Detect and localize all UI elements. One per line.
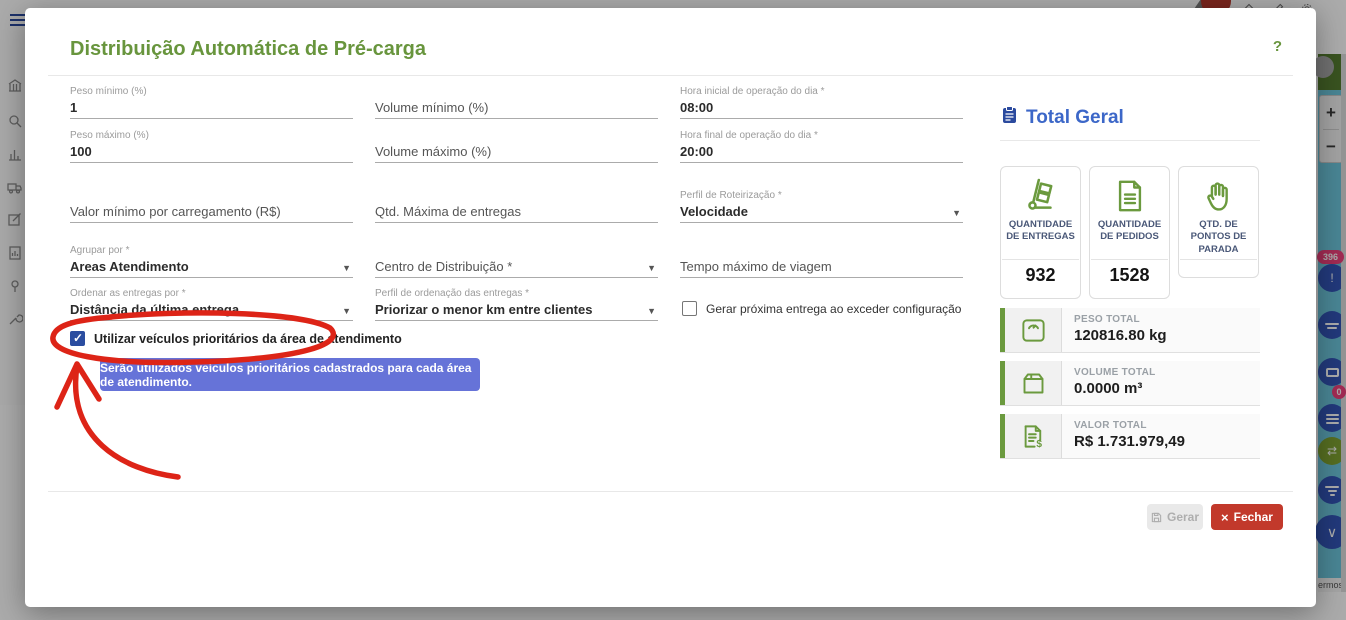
qtd-maxima-field[interactable]: Qtd. Máxima de entregas [375,190,658,223]
gerar-proxima-checkbox[interactable]: Gerar próxima entrega ao exceder configu… [682,301,961,316]
hand-icon [1179,167,1258,217]
veiculos-prioritarios-checkbox[interactable]: Utilizar veículos prioritários da área d… [70,331,402,346]
invoice-icon: $ [1005,414,1062,458]
chevron-down-icon: ▼ [647,263,656,273]
hand-truck-icon [1001,167,1080,217]
chevron-down-icon: ▼ [647,306,656,316]
panel-divider [1000,140,1260,141]
screen: + − 396 ! 0 ⇄ ∨ ermos Distribuição Autom… [0,0,1346,620]
scale-icon [1005,308,1062,352]
total-geral-title: Total Geral [1026,107,1124,129]
hora-inicial-field[interactable]: Hora inicial de operação do dia * 08:00 [680,86,963,119]
agrupar-por-select[interactable]: Agrupar por * Areas Atendimento ▼ [70,245,353,278]
gerar-button[interactable]: Gerar [1147,504,1203,530]
ordenar-entregas-select[interactable]: Ordenar as entregas por * Distância da ú… [70,288,353,321]
perfil-ordenacao-select[interactable]: Perfil de ordenação das entregas * Prior… [375,288,658,321]
card-pontos-parada: QTD. DE PONTOS DE PARADA [1178,166,1259,278]
total-geral-header: Total Geral [1002,106,1124,129]
tempo-maximo-field[interactable]: Tempo máximo de viagem [680,245,963,278]
svg-text:$: $ [1036,439,1042,450]
chevron-down-icon: ▼ [342,306,351,316]
help-icon[interactable]: ? [1273,38,1282,55]
volume-minimo-field[interactable]: Volume mínimo (%) [375,86,658,119]
volume-total-row: VOLUME TOTAL 0.0000 m³ [1000,361,1260,406]
pre-carga-modal: Distribuição Automática de Pré-carga ? P… [25,8,1316,607]
peso-total-row: PESO TOTAL 120816.80 kg [1000,308,1260,353]
save-icon [1151,512,1162,523]
card-quantidade-pedidos: QUANTIDADE DE PEDIDOS 1528 [1089,166,1170,299]
peso-maximo-field[interactable]: Peso máximo (%) 100 [70,130,353,163]
chevron-down-icon: ▼ [342,263,351,273]
box-icon [1005,361,1062,405]
checkbox-checked[interactable] [70,331,85,346]
header-divider [48,75,1293,76]
valor-minimo-field[interactable]: Valor mínimo por carregamento (R$) [70,190,353,223]
clipboard-icon [1002,106,1017,129]
peso-minimo-field[interactable]: Peso mínimo (%) 1 [70,86,353,119]
perfil-roteirizacao-select[interactable]: Perfil de Roteirização * Velocidade ▼ [680,190,963,223]
checkbox-unchecked[interactable] [682,301,697,316]
centro-distribuicao-select[interactable]: Centro de Distribuição * ▼ [375,245,658,278]
modal-title: Distribuição Automática de Pré-carga [70,38,426,61]
chevron-down-icon: ▼ [952,208,961,218]
footer-divider [48,491,1293,492]
card-quantidade-entregas: QUANTIDADE DE ENTREGAS 932 [1000,166,1081,299]
close-icon: × [1221,510,1229,525]
valor-total-row: $ VALOR TOTAL R$ 1.731.979,49 [1000,414,1260,459]
hora-final-field[interactable]: Hora final de operação do dia * 20:00 [680,130,963,163]
volume-maximo-field[interactable]: Volume máximo (%) [375,130,658,163]
fechar-button[interactable]: × Fechar [1211,504,1283,530]
info-tooltip: Serão utilizados veículos prioritários c… [100,358,480,391]
document-icon [1090,167,1169,217]
